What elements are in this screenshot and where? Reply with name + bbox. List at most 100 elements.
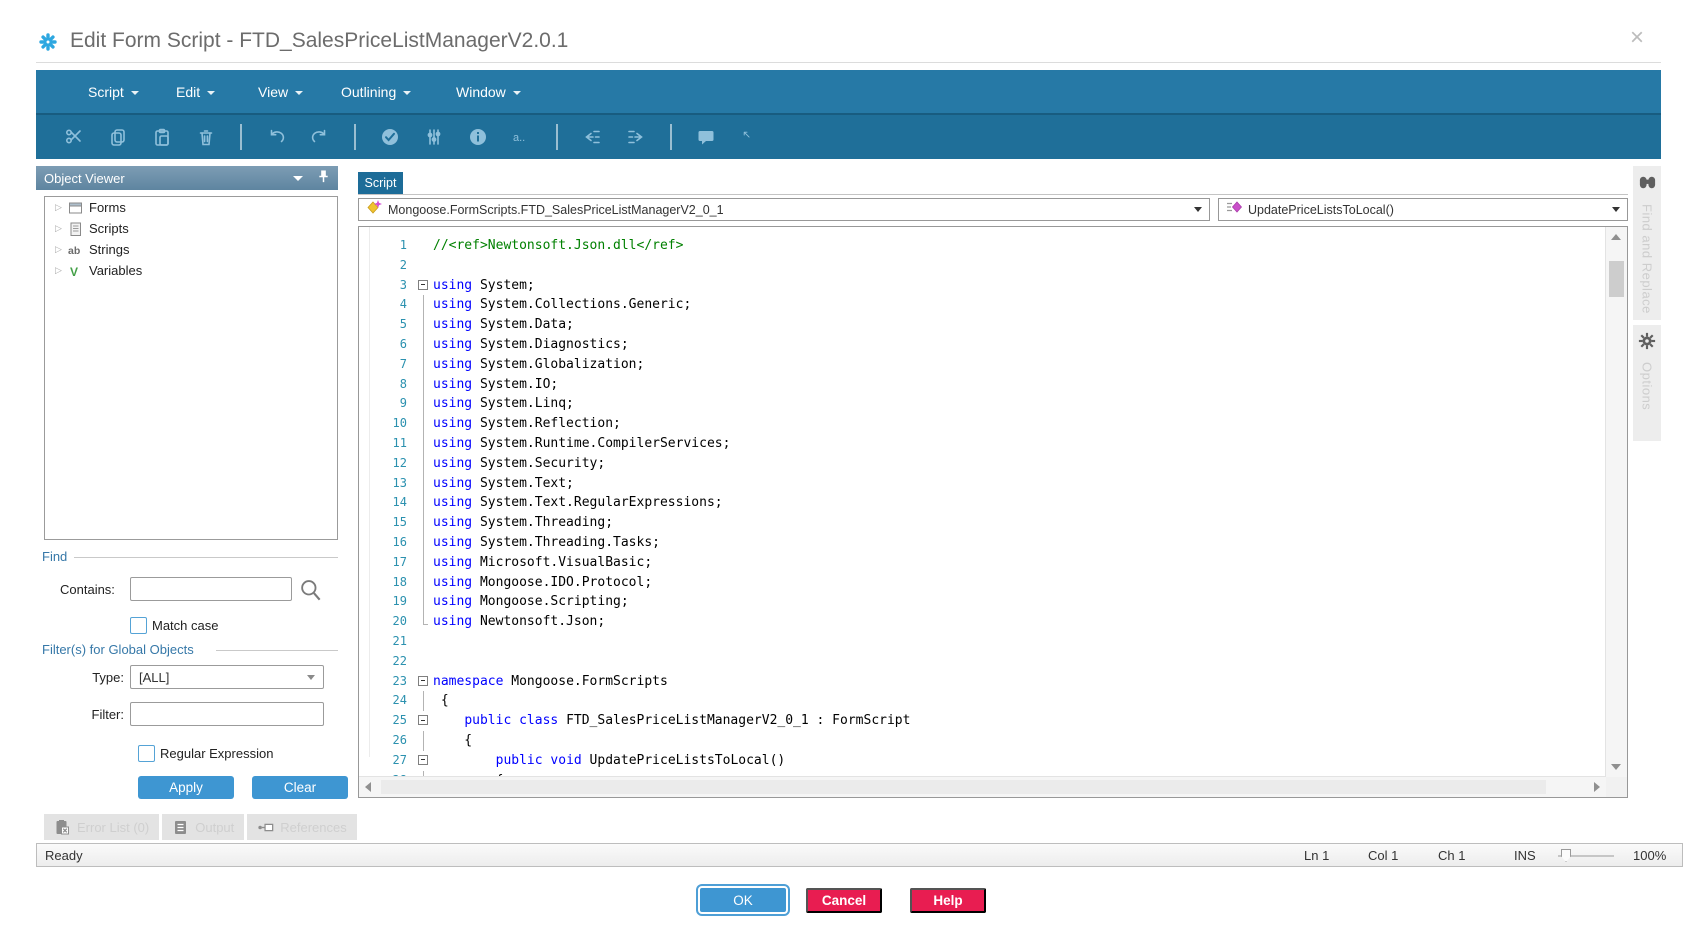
undo-icon[interactable]: [266, 127, 286, 147]
code-line[interactable]: 17using Microsoft.VisualBasic;: [359, 553, 1606, 573]
code-line[interactable]: 5using System.Data;: [359, 315, 1606, 335]
filter-input[interactable]: [130, 702, 324, 726]
fold-toggle-icon[interactable]: [417, 276, 433, 296]
tree-item-strings[interactable]: ▷abStrings: [45, 239, 337, 260]
collapse-box-icon[interactable]: [418, 280, 428, 290]
scroll-up-icon[interactable]: [1611, 234, 1621, 240]
paste-icon[interactable]: [152, 127, 172, 147]
tree-item-forms[interactable]: ▷Forms: [45, 197, 337, 218]
code-line[interactable]: 2: [359, 256, 1606, 276]
ok-button[interactable]: OK: [698, 886, 788, 914]
validate-icon[interactable]: [380, 127, 400, 147]
code-line[interactable]: 23namespace Mongoose.FormScripts: [359, 672, 1606, 692]
code-line[interactable]: 4using System.Collections.Generic;: [359, 295, 1606, 315]
copy-icon[interactable]: [108, 127, 128, 147]
scroll-down-icon[interactable]: [1611, 764, 1621, 770]
line-number: 14: [359, 493, 417, 513]
match-case-checkbox[interactable]: [130, 617, 147, 634]
menu-view[interactable]: View: [258, 70, 303, 113]
regular-expression-checkbox[interactable]: [138, 745, 155, 762]
horizontal-scrollbar-thumb[interactable]: [381, 780, 1546, 794]
vertical-scrollbar-thumb[interactable]: [1609, 261, 1624, 297]
side-tab-find-and-replace[interactable]: Find and Replace: [1633, 166, 1661, 320]
code-line[interactable]: 12using System.Security;: [359, 454, 1606, 474]
code-line[interactable]: 26 {: [359, 731, 1606, 751]
code-editor[interactable]: 1//<ref>Newtonsoft.Json.dll</ref>23using…: [358, 226, 1628, 798]
fold-margin: [417, 315, 433, 335]
scroll-left-icon[interactable]: [365, 782, 371, 792]
code-line[interactable]: 9using System.Linq;: [359, 394, 1606, 414]
regular-expression-label: Regular Expression: [160, 746, 273, 761]
info-icon[interactable]: [468, 127, 488, 147]
settings-icon[interactable]: [424, 127, 444, 147]
code-line[interactable]: 21: [359, 632, 1606, 652]
redo-icon[interactable]: [310, 127, 330, 147]
apply-button[interactable]: Apply: [138, 776, 234, 799]
code-line[interactable]: 14using System.Text.RegularExpressions;: [359, 493, 1606, 513]
class-selector-combo[interactable]: Mongoose.FormScripts.FTD_SalesPriceListM…: [358, 198, 1210, 221]
vertical-scrollbar[interactable]: [1605, 227, 1627, 777]
code-line[interactable]: 3using System;: [359, 276, 1606, 296]
code-line[interactable]: 20using Newtonsoft.Json;: [359, 612, 1606, 632]
code-line[interactable]: 7using System.Globalization;: [359, 355, 1606, 375]
menu-script[interactable]: Script: [88, 70, 139, 113]
bottom-tab-error-list-0-[interactable]: Error List (0): [44, 814, 159, 840]
code-line[interactable]: 8using System.IO;: [359, 375, 1606, 395]
scroll-right-icon[interactable]: [1594, 782, 1600, 792]
code-line[interactable]: 25 public class FTD_SalesPriceListManage…: [359, 711, 1606, 731]
menu-window[interactable]: Window: [456, 70, 521, 113]
svg-text:V: V: [70, 265, 78, 279]
code-line[interactable]: 13using System.Text;: [359, 474, 1606, 494]
help-button[interactable]: Help: [910, 888, 986, 913]
chevron-down-icon[interactable]: [293, 176, 303, 181]
outdent-icon[interactable]: [582, 127, 602, 147]
cut-icon[interactable]: [64, 127, 84, 147]
menu-edit[interactable]: Edit: [176, 70, 215, 113]
fold-toggle-icon[interactable]: [417, 672, 433, 692]
delete-icon[interactable]: [196, 127, 216, 147]
type-dropdown[interactable]: [ALL]: [130, 665, 324, 689]
contains-input[interactable]: [130, 577, 292, 601]
uncomment-icon[interactable]: [740, 127, 760, 147]
close-icon[interactable]: ×: [1630, 26, 1644, 50]
code-line[interactable]: 1//<ref>Newtonsoft.Json.dll</ref>: [359, 236, 1606, 256]
bottom-tab-references[interactable]: References: [247, 814, 356, 840]
code-line[interactable]: 6using System.Diagnostics;: [359, 335, 1606, 355]
complete-word-icon[interactable]: a..: [512, 127, 532, 147]
expander-icon[interactable]: ▷: [55, 202, 67, 213]
code-line[interactable]: 10using System.Reflection;: [359, 414, 1606, 434]
bottom-tab-output[interactable]: Output: [162, 814, 244, 840]
collapse-box-icon[interactable]: [418, 755, 428, 765]
clear-button[interactable]: Clear: [252, 776, 348, 799]
menu-outlining[interactable]: Outlining: [341, 70, 411, 113]
code-line[interactable]: 24 {: [359, 691, 1606, 711]
indent-icon[interactable]: [626, 127, 646, 147]
cancel-button[interactable]: Cancel: [806, 888, 882, 913]
code-line[interactable]: 11using System.Runtime.CompilerServices;: [359, 434, 1606, 454]
code-line[interactable]: 16using System.Threading.Tasks;: [359, 533, 1606, 553]
code-line[interactable]: 27 public void UpdatePriceListsToLocal(): [359, 751, 1606, 771]
code-line[interactable]: 18using Mongoose.IDO.Protocol;: [359, 573, 1606, 593]
code-line[interactable]: 22: [359, 652, 1606, 672]
side-tab-options[interactable]: Options: [1633, 325, 1661, 441]
comment-icon[interactable]: [696, 127, 716, 147]
collapse-box-icon[interactable]: [418, 715, 428, 725]
search-icon[interactable]: [298, 577, 324, 609]
expander-icon[interactable]: ▷: [55, 223, 67, 234]
horizontal-scrollbar[interactable]: [359, 776, 1606, 797]
object-viewer-header[interactable]: Object Viewer: [36, 166, 338, 190]
code-area[interactable]: 1//<ref>Newtonsoft.Json.dll</ref>23using…: [359, 227, 1606, 777]
pin-icon[interactable]: [317, 169, 330, 187]
zoom-slider-thumb[interactable]: [1561, 849, 1571, 862]
tree-item-scripts[interactable]: ▷Scripts: [45, 218, 337, 239]
tab-script[interactable]: Script: [358, 172, 403, 194]
tree-item-variables[interactable]: ▷VVariables: [45, 260, 337, 281]
code-line[interactable]: 19using Mongoose.Scripting;: [359, 592, 1606, 612]
code-line[interactable]: 15using System.Threading;: [359, 513, 1606, 533]
collapse-box-icon[interactable]: [418, 676, 428, 686]
method-selector-combo[interactable]: UpdatePriceListsToLocal(): [1218, 198, 1628, 221]
fold-toggle-icon[interactable]: [417, 711, 433, 731]
expander-icon[interactable]: ▷: [55, 265, 67, 276]
expander-icon[interactable]: ▷: [55, 244, 67, 255]
fold-toggle-icon[interactable]: [417, 751, 433, 771]
